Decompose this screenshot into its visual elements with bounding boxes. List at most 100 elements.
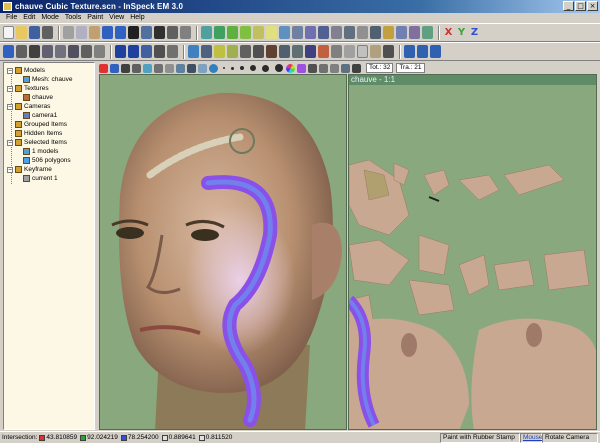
cut-icon[interactable] xyxy=(16,45,27,58)
smudge-icon[interactable] xyxy=(154,63,163,73)
eraser-icon[interactable] xyxy=(165,63,174,73)
uv-texture-map[interactable] xyxy=(349,85,597,430)
next-frame-icon[interactable] xyxy=(417,45,428,58)
view-side-icon[interactable] xyxy=(409,26,420,39)
tree-item-grouped-items[interactable]: Grouped Items xyxy=(15,120,67,129)
tree-item-selected-items[interactable]: − Selected Items xyxy=(7,138,67,147)
export-icon[interactable] xyxy=(344,45,355,58)
render-icon[interactable] xyxy=(318,45,329,58)
project-icon[interactable] xyxy=(279,45,290,58)
lasso-icon[interactable] xyxy=(253,26,264,39)
clone-icon[interactable] xyxy=(187,63,196,73)
tree-item-1-models[interactable]: 1 models xyxy=(23,147,58,156)
rubber-stamp-icon[interactable] xyxy=(176,63,185,73)
menu-view[interactable]: View xyxy=(106,13,127,23)
menu-paint[interactable]: Paint xyxy=(84,13,106,23)
axis-x-icon[interactable]: X xyxy=(443,26,454,39)
texture-uv-viewport[interactable]: chauve - 1:1 xyxy=(348,74,597,430)
texture-icon[interactable] xyxy=(154,26,165,39)
bake-icon[interactable] xyxy=(266,45,277,58)
color-picker-icon[interactable] xyxy=(99,63,108,73)
undo-icon[interactable] xyxy=(102,26,113,39)
tree-item-cameras[interactable]: − Cameras xyxy=(7,102,50,111)
tree-item-camera1[interactable]: camera1 xyxy=(23,111,57,120)
minimize-button[interactable]: _ xyxy=(563,1,574,11)
cut-icon[interactable] xyxy=(63,26,74,39)
light-bulb-icon[interactable] xyxy=(214,45,225,58)
material-icon[interactable] xyxy=(227,45,238,58)
camera-icon[interactable] xyxy=(167,26,178,39)
preview-icon[interactable] xyxy=(331,45,342,58)
keyframe-icon[interactable] xyxy=(383,45,394,58)
tree-item-keyframe[interactable]: − Keyframe xyxy=(7,165,52,174)
move-icon[interactable] xyxy=(279,26,290,39)
brush-size-1-icon[interactable] xyxy=(223,67,225,69)
airbrush-icon[interactable] xyxy=(132,63,141,73)
prev-frame-icon[interactable] xyxy=(404,45,415,58)
paste-icon[interactable] xyxy=(89,26,100,39)
tree-item-hidden-items[interactable]: Hidden Items xyxy=(15,129,62,138)
undo-icon[interactable] xyxy=(3,45,14,58)
menu-help[interactable]: Help xyxy=(127,13,147,23)
settings-icon[interactable] xyxy=(352,63,361,73)
grid-toggle-icon[interactable] xyxy=(308,63,317,73)
redo-icon[interactable] xyxy=(115,26,126,39)
axis-y-icon[interactable]: Y xyxy=(456,26,467,39)
collapse-icon[interactable]: − xyxy=(7,103,13,110)
grid-icon[interactable] xyxy=(29,45,40,58)
pencil-icon[interactable] xyxy=(121,63,130,73)
h-join-icon[interactable] xyxy=(128,45,139,58)
texture-map-icon[interactable] xyxy=(370,45,381,58)
smooth-icon[interactable] xyxy=(81,45,92,58)
new-file-icon[interactable] xyxy=(3,26,14,39)
image-icon[interactable] xyxy=(357,45,368,58)
copy-icon[interactable] xyxy=(76,26,87,39)
3d-viewport[interactable] xyxy=(99,74,347,430)
flip-icon[interactable] xyxy=(141,45,152,58)
last-frame-icon[interactable] xyxy=(430,45,441,58)
collapse-icon[interactable]: − xyxy=(7,67,13,74)
zoom-icon[interactable] xyxy=(318,26,329,39)
measure-icon[interactable] xyxy=(357,26,368,39)
close-button[interactable]: × xyxy=(587,1,598,11)
align-icon[interactable] xyxy=(370,26,381,39)
collapse-icon[interactable]: − xyxy=(7,85,13,92)
head-render[interactable] xyxy=(100,75,347,430)
merge-icon[interactable] xyxy=(68,45,79,58)
brush-size-6-icon[interactable] xyxy=(275,64,283,72)
collapse-icon[interactable]: − xyxy=(7,166,13,173)
view-top-icon[interactable] xyxy=(422,26,433,39)
seam-icon[interactable] xyxy=(305,45,316,58)
mirror-icon[interactable] xyxy=(154,45,165,58)
paint-icon[interactable] xyxy=(383,26,394,39)
select-icon[interactable] xyxy=(201,26,212,39)
opacity-icon[interactable] xyxy=(341,63,350,73)
h-split-icon[interactable] xyxy=(115,45,126,58)
brush-size-2-icon[interactable] xyxy=(231,66,234,70)
collapse-icon[interactable]: − xyxy=(7,139,13,146)
brush-size-3-icon[interactable] xyxy=(240,66,244,70)
tree-item-mesh-chauve[interactable]: Mesh: chauve xyxy=(23,75,72,84)
layer-icon[interactable] xyxy=(330,63,339,73)
menu-edit[interactable]: Edit xyxy=(20,13,38,23)
fill-bucket-icon[interactable] xyxy=(143,63,152,73)
model-icon[interactable] xyxy=(141,26,152,39)
select-poly-icon[interactable] xyxy=(214,26,225,39)
decimate-icon[interactable] xyxy=(94,45,105,58)
pan-icon[interactable] xyxy=(331,26,342,39)
uv-icon[interactable] xyxy=(240,45,251,58)
menu-tools[interactable]: Tools xyxy=(62,13,84,23)
light-icon[interactable] xyxy=(180,26,191,39)
brush-size-5-icon[interactable] xyxy=(262,64,269,72)
tree-item-texture-chauve[interactable]: chauve xyxy=(23,93,53,102)
weld-icon[interactable] xyxy=(42,45,53,58)
blur-icon[interactable] xyxy=(198,63,207,73)
tree-item-current-1[interactable]: current 1 xyxy=(23,174,58,183)
axis-z-icon[interactable]: Z xyxy=(469,26,480,39)
stitch-icon[interactable] xyxy=(292,45,303,58)
mesh-icon[interactable] xyxy=(128,26,139,39)
fill-icon[interactable] xyxy=(167,45,178,58)
maximize-button[interactable]: □ xyxy=(575,1,586,11)
orbit-icon[interactable] xyxy=(344,26,355,39)
pointer-icon[interactable] xyxy=(266,26,277,39)
